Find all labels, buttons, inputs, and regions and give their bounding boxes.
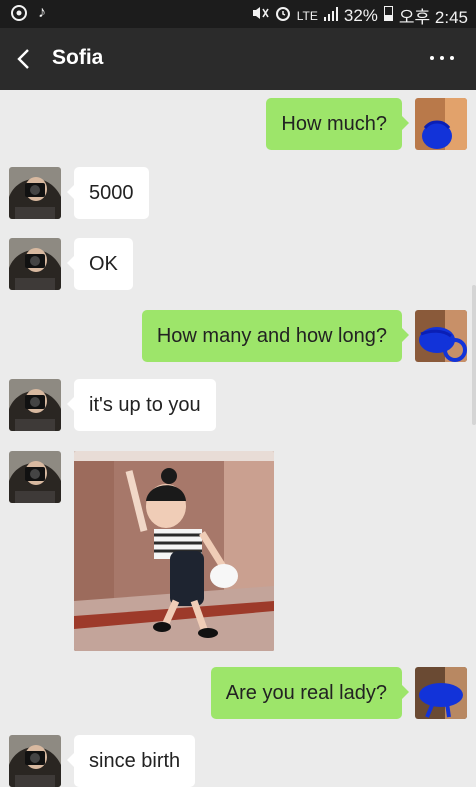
message-bubble-received[interactable]: 5000 (67, 167, 149, 219)
battery-level: 32% (343, 5, 378, 25)
battery-icon (383, 5, 393, 26)
message-bubble-received[interactable]: since birth (66, 735, 196, 787)
scrollbar[interactable] (472, 285, 476, 425)
chat-header: Sofia (0, 28, 476, 90)
mute-icon (251, 5, 269, 26)
message-bubble-sent[interactable]: Are you real lady? (210, 667, 410, 719)
alarm-icon (275, 5, 291, 26)
avatar[interactable] (9, 451, 61, 503)
message-bubble-received[interactable]: OK (67, 238, 133, 290)
music-icon: ♪ (38, 4, 46, 21)
signal-icon (323, 6, 338, 26)
avatar[interactable] (415, 310, 467, 362)
status-bar: ♪ LTE 32% 오후 2:45 (0, 0, 476, 28)
back-arrow-icon[interactable] (14, 48, 36, 70)
chat-title: Sofia (52, 46, 104, 69)
message-bubble-sent[interactable]: How much? (266, 98, 409, 150)
network-type: LTE (296, 8, 318, 23)
avatar[interactable] (9, 238, 61, 290)
avatar[interactable] (9, 379, 61, 431)
more-options-icon[interactable] (430, 56, 454, 60)
image-message[interactable] (74, 451, 274, 651)
avatar[interactable] (9, 167, 61, 219)
message-bubble-received[interactable]: it's up to you (67, 379, 216, 431)
app-notification-icon (10, 4, 28, 27)
avatar[interactable] (415, 98, 467, 150)
avatar[interactable] (9, 735, 61, 787)
message-bubble-sent[interactable]: How many and how long? (141, 310, 410, 362)
avatar[interactable] (415, 667, 467, 719)
clock: 오후 2:45 (398, 8, 468, 27)
message-list[interactable]: How much? 5000 OK How many and how long?… (0, 90, 476, 787)
